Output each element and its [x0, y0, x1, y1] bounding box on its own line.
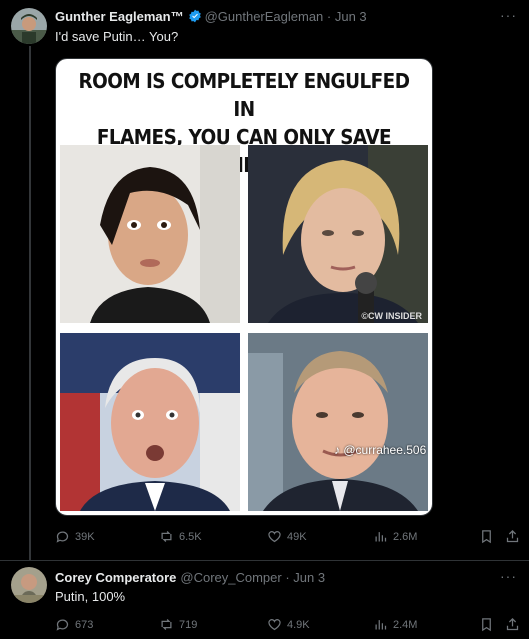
like-button[interactable]: 4.9K — [267, 617, 310, 632]
tweet-text: Putin, 100% — [55, 589, 126, 604]
share-icon — [506, 529, 519, 543]
like-count: 49K — [287, 530, 307, 543]
author-handle[interactable]: @Corey_Comper — [180, 570, 281, 585]
photo-bottom-right — [248, 333, 428, 511]
separator-dot: · — [323, 9, 335, 24]
bookmark-icon — [482, 618, 491, 632]
reply-count: 673 — [75, 618, 94, 631]
tiktok-watermark: ♪ @currahee.506 — [334, 443, 426, 457]
bookmark-button[interactable] — [479, 529, 494, 544]
more-options-icon[interactable]: ··· — [500, 568, 517, 584]
views-button[interactable]: 2.4M — [373, 617, 417, 632]
like-button[interactable]: 49K — [267, 529, 307, 544]
bookmark-icon — [482, 530, 491, 544]
reply-icon — [56, 619, 69, 631]
tweet-date[interactable]: Jun 3 — [335, 9, 367, 24]
tiktok-icon: ♪ — [334, 443, 340, 457]
tweet-text: I'd save Putin… You? — [55, 29, 179, 44]
reply-button[interactable]: 673 — [55, 617, 93, 632]
tweet-date[interactable]: Jun 3 — [293, 570, 325, 585]
tweet-actions: 673 719 4.9K 2.4M — [55, 617, 525, 635]
more-options-icon[interactable]: ··· — [500, 7, 517, 23]
author-name[interactable]: Gunther Eagleman™ — [55, 9, 184, 24]
retweet-icon — [161, 531, 172, 542]
tweet-media-image[interactable]: ROOM IS COMPLETELY ENGULFED IN FLAMES, Y… — [55, 58, 433, 516]
views-button[interactable]: 2.6M — [373, 529, 417, 544]
bookmark-button[interactable] — [479, 617, 494, 632]
retweet-count: 719 — [179, 618, 198, 631]
tweet-header: Gunther Eagleman™ @GuntherEagleman · Jun … — [55, 9, 367, 24]
meme-headline-line1: ROOM IS COMPLETELY ENGULFED IN — [78, 69, 410, 121]
reply-count: 39K — [75, 530, 95, 543]
retweet-icon — [161, 619, 172, 630]
share-button[interactable] — [505, 617, 520, 632]
thread-line — [29, 46, 31, 560]
views-count: 2.4M — [393, 618, 418, 631]
tweet-actions: 39K 6.5K 49K 2.6M — [55, 529, 525, 547]
heart-icon — [268, 619, 281, 631]
tweet-header: Corey Comperatore @Corey_Comper · Jun 3 — [55, 570, 325, 585]
tweet-1[interactable]: Gunther Eagleman™ @GuntherEagleman · Jun … — [0, 0, 529, 560]
separator-dot: · — [281, 570, 294, 585]
author-name[interactable]: Corey Comperatore — [55, 570, 176, 585]
verified-badge-icon — [188, 9, 202, 23]
tiktok-handle: @currahee.506 — [343, 443, 427, 457]
retweet-button[interactable]: 6.5K — [159, 529, 202, 544]
image-watermark: ©CW INSIDER — [361, 311, 422, 321]
views-chart-icon — [375, 620, 387, 630]
author-handle[interactable]: @GuntherEagleman — [205, 9, 324, 24]
retweet-count: 6.5K — [179, 530, 202, 543]
tweet-2[interactable]: Corey Comperatore @Corey_Comper · Jun 3 ·… — [0, 561, 529, 639]
share-icon — [506, 617, 519, 631]
views-count: 2.6M — [393, 530, 418, 543]
photo-bottom-left — [60, 333, 240, 511]
share-button[interactable] — [505, 529, 520, 544]
photo-top-left — [60, 145, 240, 323]
avatar[interactable] — [11, 567, 47, 603]
like-count: 4.9K — [287, 618, 310, 631]
views-chart-icon — [375, 532, 387, 542]
heart-icon — [268, 531, 281, 543]
avatar[interactable] — [11, 8, 47, 44]
retweet-button[interactable]: 719 — [159, 617, 197, 632]
reply-icon — [56, 531, 69, 543]
reply-button[interactable]: 39K — [55, 529, 95, 544]
photo-top-right: ©CW INSIDER — [248, 145, 428, 323]
